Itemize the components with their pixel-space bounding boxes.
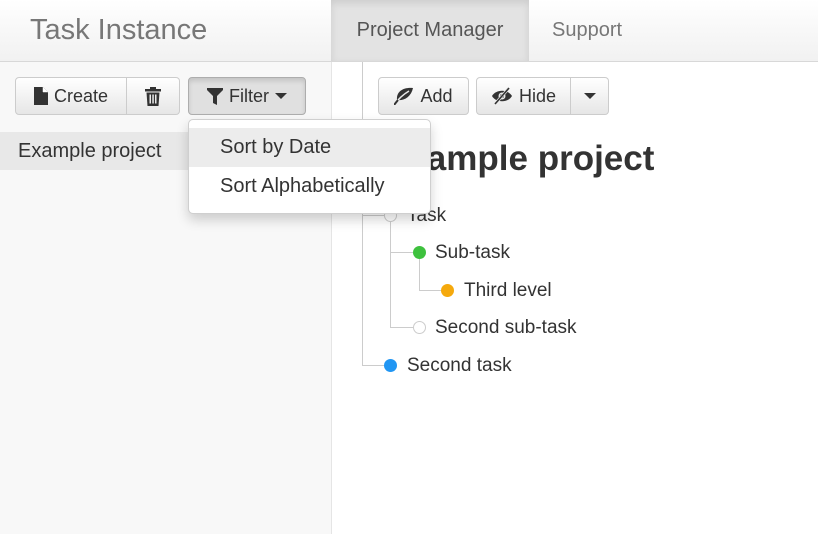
navbar: Task Instance Project Manager Support: [0, 0, 818, 62]
filter-button-label: Filter: [229, 85, 269, 106]
tree-connector: [419, 290, 441, 291]
task-label[interactable]: Third level: [464, 279, 552, 303]
tree-connector: [390, 327, 413, 328]
file-icon: [33, 87, 48, 105]
filter-button[interactable]: Filter: [188, 77, 306, 115]
task-status-dot[interactable]: [441, 284, 454, 297]
leaf-icon: [394, 87, 414, 105]
hide-button-label: Hide: [518, 85, 557, 106]
trash-icon: [145, 86, 161, 106]
hide-button[interactable]: Hide: [476, 77, 571, 115]
task-status-dot[interactable]: [413, 246, 426, 259]
funnel-icon: [207, 87, 223, 105]
chevron-down-icon: [583, 93, 596, 99]
chevron-down-icon: [275, 93, 287, 99]
tree-vertical-line: [362, 62, 363, 366]
tree-connector: [390, 222, 391, 327]
filter-dropdown-menu: Sort by Date Sort Alphabetically: [188, 119, 431, 214]
tree-connector: [390, 252, 413, 253]
add-button-label: Add: [420, 85, 453, 106]
create-button[interactable]: Create: [15, 77, 127, 115]
delete-button[interactable]: [127, 77, 180, 115]
tab-project-manager[interactable]: Project Manager: [331, 0, 529, 61]
hide-options-toggle[interactable]: [571, 77, 609, 115]
task-label[interactable]: Second task: [407, 354, 512, 378]
task-label[interactable]: Second sub-task: [435, 316, 577, 340]
tree-connector: [362, 365, 384, 366]
menu-item-sort-alphabetically[interactable]: Sort Alphabetically: [189, 167, 430, 206]
tab-support[interactable]: Support: [530, 0, 644, 61]
add-button[interactable]: Add: [378, 77, 469, 115]
menu-item-sort-by-date[interactable]: Sort by Date: [189, 128, 430, 167]
brand-title[interactable]: Task Instance: [30, 12, 207, 48]
task-status-dot[interactable]: [384, 359, 397, 372]
create-button-label: Create: [53, 85, 109, 106]
tree-connector: [419, 259, 420, 290]
task-status-dot[interactable]: [413, 321, 426, 334]
tree-connector: [362, 215, 384, 216]
eye-slash-icon: [491, 87, 512, 105]
task-label[interactable]: Sub-task: [435, 241, 510, 265]
